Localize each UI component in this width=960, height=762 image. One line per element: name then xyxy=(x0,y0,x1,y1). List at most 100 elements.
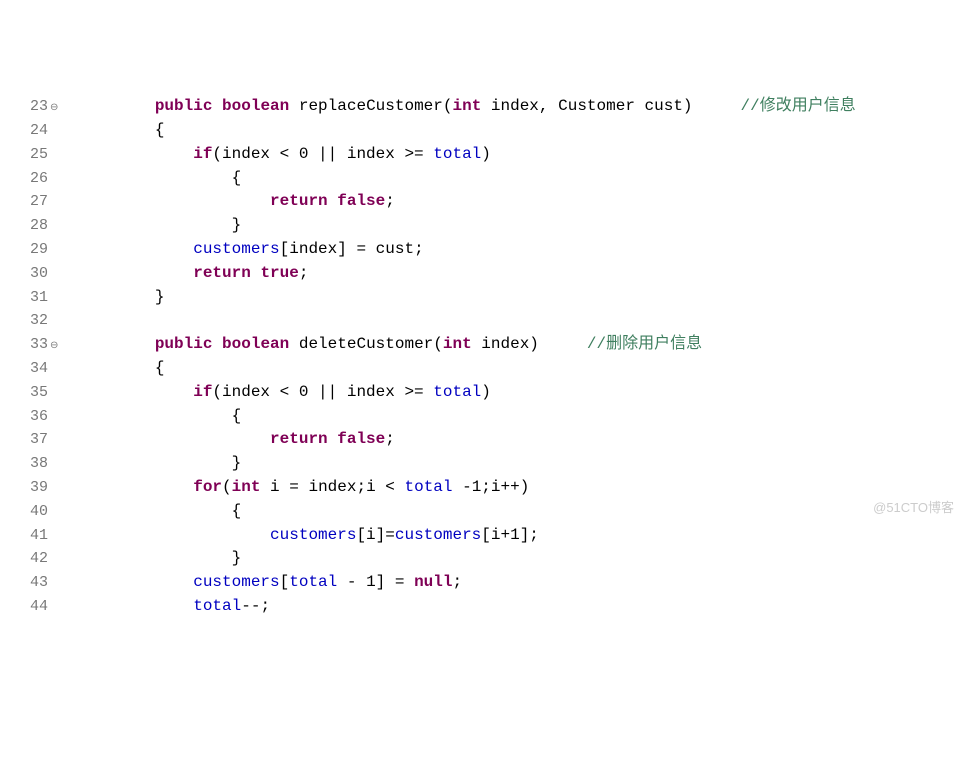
watermark: @51CTO博客 xyxy=(873,496,954,520)
code-line: 40 { xyxy=(0,500,960,524)
token-plain: (index < 0 || index >= xyxy=(212,383,433,401)
line-number: 26 xyxy=(0,167,50,191)
line-number: 25 xyxy=(0,143,50,167)
token-plain: ) xyxy=(481,145,491,163)
token-lit: false xyxy=(337,192,385,210)
token-cmt: //删除用户信息 xyxy=(587,335,702,353)
code-line: 36 { xyxy=(0,405,960,429)
code-line: 43 customers[total - 1] = null; xyxy=(0,571,960,595)
token-kw: public xyxy=(155,97,213,115)
token-plain xyxy=(212,97,222,115)
code-editor: 23⊖ public boolean replaceCustomer(int i… xyxy=(0,95,960,619)
line-number: 35 xyxy=(0,381,50,405)
line-number: 33 xyxy=(0,333,50,357)
token-plain: [i]= xyxy=(356,526,394,544)
token-plain: - 1] = xyxy=(337,573,414,591)
token-field: customers xyxy=(395,526,481,544)
line-number: 23 xyxy=(0,95,50,119)
token-field: total xyxy=(433,383,481,401)
code-content: customers[i]=customers[i+1]; xyxy=(70,524,960,548)
code-content: { xyxy=(70,405,960,429)
code-content: return false; xyxy=(70,428,960,452)
token-plain: { xyxy=(232,169,242,187)
token-plain: ; xyxy=(299,264,309,282)
token-kw: return xyxy=(270,192,328,210)
line-number: 36 xyxy=(0,405,50,429)
token-field: total xyxy=(433,145,481,163)
code-line: 30 return true; xyxy=(0,262,960,286)
line-number: 43 xyxy=(0,571,50,595)
token-plain: -1;i++) xyxy=(453,478,530,496)
token-lit: false xyxy=(337,430,385,448)
code-line: 24 { xyxy=(0,119,960,143)
token-kw: int xyxy=(452,97,481,115)
token-plain xyxy=(328,430,338,448)
code-content: return false; xyxy=(70,190,960,214)
token-plain: ; xyxy=(385,192,395,210)
token-kw: for xyxy=(193,478,222,496)
token-kw: int xyxy=(443,335,472,353)
token-plain xyxy=(212,335,222,353)
token-plain: } xyxy=(232,216,242,234)
token-field: total xyxy=(289,573,337,591)
line-number: 24 xyxy=(0,119,50,143)
code-line: 25 if(index < 0 || index >= total) xyxy=(0,143,960,167)
line-number: 37 xyxy=(0,428,50,452)
fold-marker[interactable]: ⊖ xyxy=(50,97,70,121)
line-number: 27 xyxy=(0,190,50,214)
token-plain xyxy=(328,192,338,210)
code-content: { xyxy=(70,167,960,191)
token-kw: public xyxy=(155,335,213,353)
code-line: 34 { xyxy=(0,357,960,381)
token-plain xyxy=(251,264,261,282)
code-content: public boolean deleteCustomer(int index)… xyxy=(70,333,960,357)
token-plain: --; xyxy=(241,597,270,615)
token-plain: replaceCustomer( xyxy=(289,97,452,115)
token-kw: return xyxy=(193,264,251,282)
code-line: 32 xyxy=(0,309,960,333)
token-plain: { xyxy=(155,121,165,139)
line-number: 42 xyxy=(0,547,50,571)
code-content: } xyxy=(70,547,960,571)
code-line: 38 } xyxy=(0,452,960,476)
code-content: for(int i = index;i < total -1;i++) xyxy=(70,476,960,500)
code-line: 37 return false; xyxy=(0,428,960,452)
token-kw: if xyxy=(193,383,212,401)
code-line: 39 for(int i = index;i < total -1;i++) xyxy=(0,476,960,500)
code-line: 26 { xyxy=(0,167,960,191)
line-number: 39 xyxy=(0,476,50,500)
token-plain: deleteCustomer( xyxy=(289,335,443,353)
code-line: 31 } xyxy=(0,286,960,310)
code-content: } xyxy=(70,286,960,310)
token-plain: } xyxy=(232,549,242,567)
code-line: 23⊖ public boolean replaceCustomer(int i… xyxy=(0,95,960,119)
code-line: 27 return false; xyxy=(0,190,960,214)
token-plain: [index] = cust; xyxy=(280,240,424,258)
line-number: 31 xyxy=(0,286,50,310)
code-content: } xyxy=(70,452,960,476)
token-plain: ; xyxy=(452,573,462,591)
code-line: 44 total--; xyxy=(0,595,960,619)
token-plain: [ xyxy=(280,573,290,591)
code-content: { xyxy=(70,357,960,381)
token-plain: } xyxy=(232,454,242,472)
token-plain: { xyxy=(232,502,242,520)
code-line: 41 customers[i]=customers[i+1]; xyxy=(0,524,960,548)
fold-marker[interactable]: ⊖ xyxy=(50,335,70,359)
code-content: { xyxy=(70,119,960,143)
token-kw: boolean xyxy=(222,97,289,115)
token-field: customers xyxy=(270,526,356,544)
line-number: 28 xyxy=(0,214,50,238)
code-content: } xyxy=(70,214,960,238)
code-line: 42 } xyxy=(0,547,960,571)
code-content: customers[total - 1] = null; xyxy=(70,571,960,595)
code-content: public boolean replaceCustomer(int index… xyxy=(70,95,960,119)
code-content: { xyxy=(70,500,960,524)
token-field: customers xyxy=(193,573,279,591)
token-plain: (index < 0 || index >= xyxy=(212,145,433,163)
line-number: 41 xyxy=(0,524,50,548)
token-kw: return xyxy=(270,430,328,448)
code-line: 29 customers[index] = cust; xyxy=(0,238,960,262)
code-line: 35 if(index < 0 || index >= total) xyxy=(0,381,960,405)
token-plain: [i+1]; xyxy=(481,526,539,544)
